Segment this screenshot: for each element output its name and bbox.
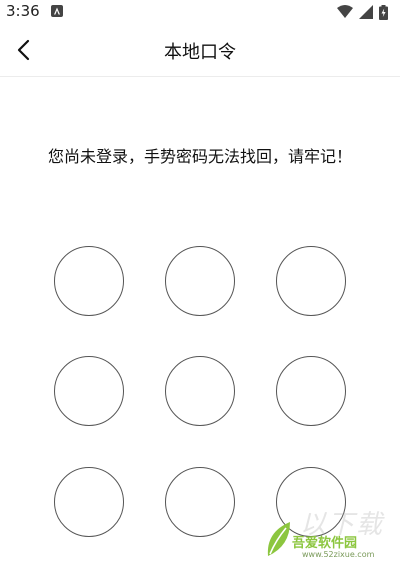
pattern-dot-4[interactable] xyxy=(54,356,124,426)
pattern-dot-3[interactable] xyxy=(276,246,346,316)
pattern-dot-8[interactable] xyxy=(165,467,235,537)
pattern-dot-2[interactable] xyxy=(165,246,235,316)
pattern-dot-6[interactable] xyxy=(276,356,346,426)
pattern-dot-9[interactable] xyxy=(276,467,346,537)
gesture-pattern-grid xyxy=(0,0,400,564)
pattern-dot-1[interactable] xyxy=(54,246,124,316)
pattern-dot-7[interactable] xyxy=(54,467,124,537)
pattern-dot-5[interactable] xyxy=(165,356,235,426)
screen: 3:36 本地口令 您尚未登录，手势密码无法找回，请牢记！ 以下载 吾爱软件园 … xyxy=(0,0,400,564)
